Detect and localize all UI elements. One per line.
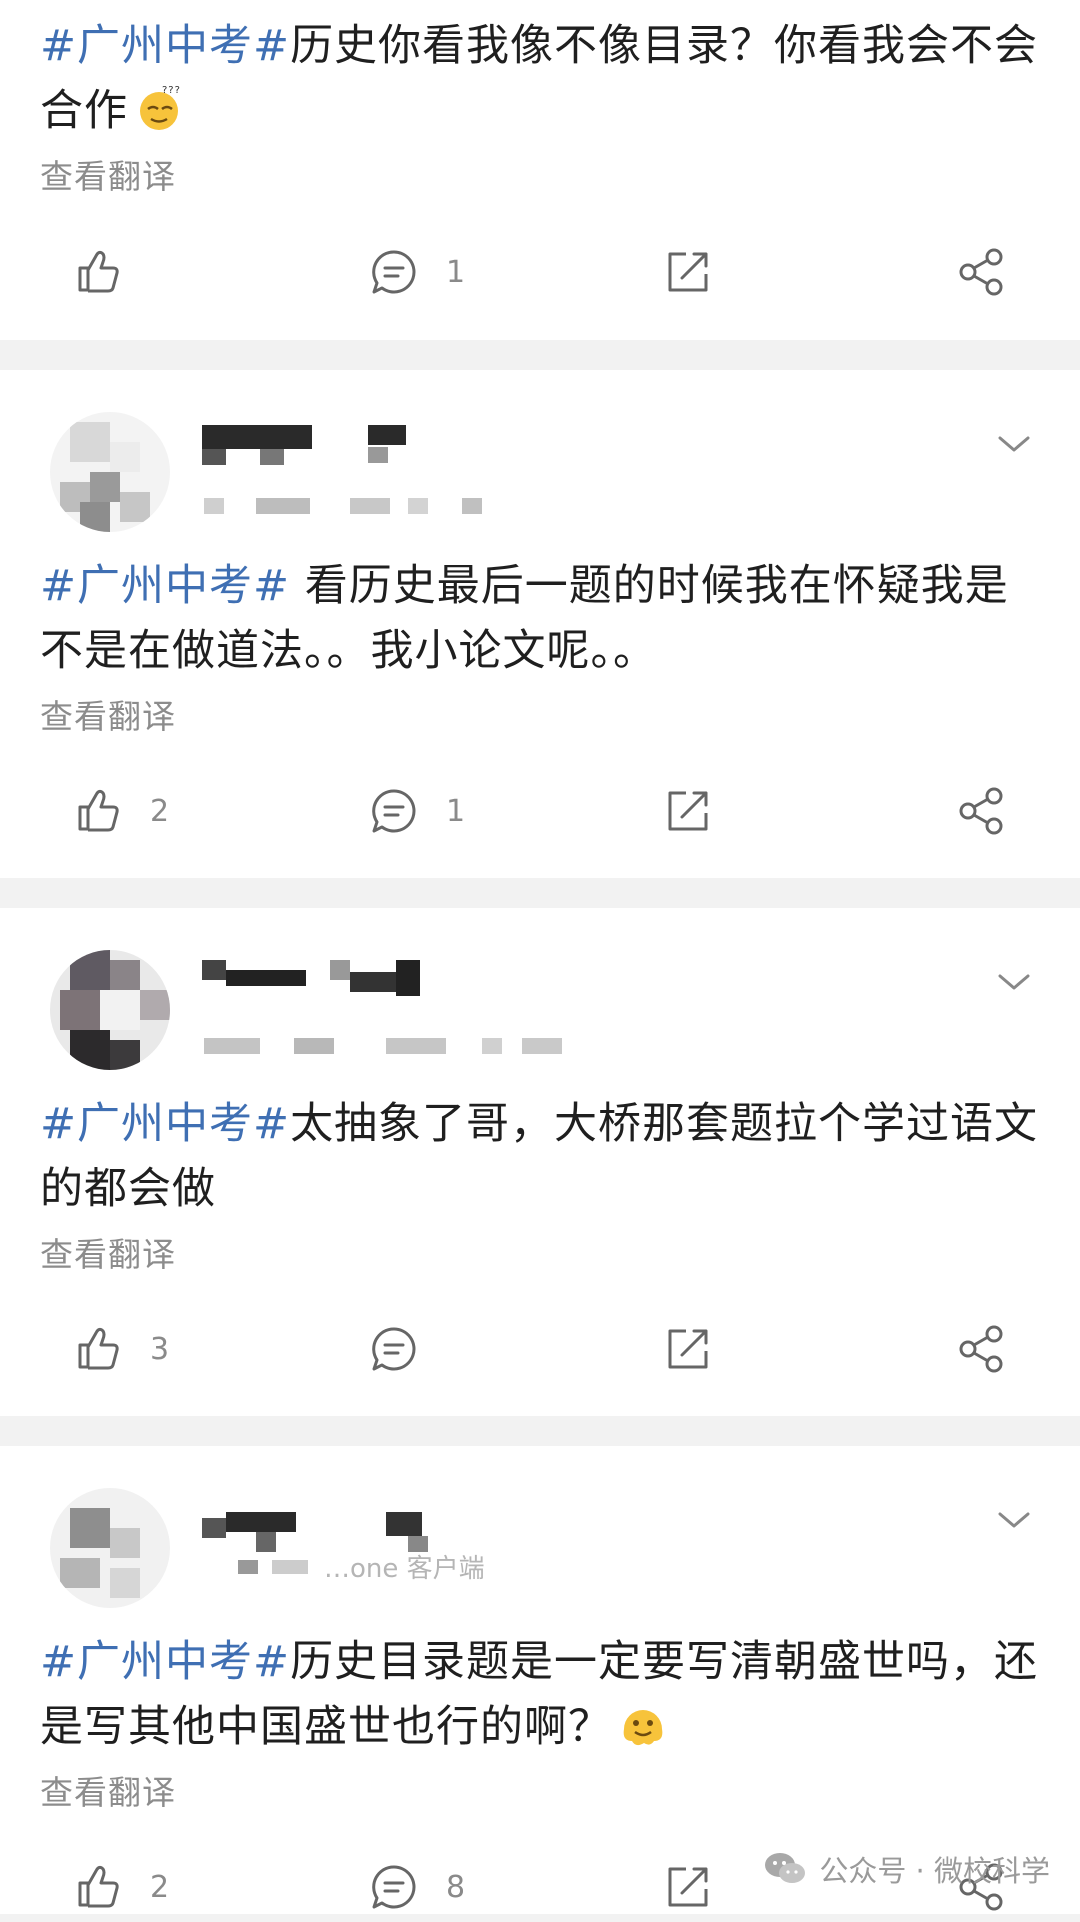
- hashtag-link[interactable]: #广州中考#: [40, 561, 290, 611]
- avatar[interactable]: [50, 412, 170, 532]
- action-bar: 1: [0, 237, 1080, 307]
- chevron-down-icon[interactable]: [996, 1508, 1032, 1532]
- comment-bubble-icon: [372, 1327, 416, 1371]
- like-button[interactable]: 2: [72, 776, 169, 846]
- post-card: #广州中考#太抽象了哥，大桥那套题拉个学过语文的都会做 查看翻译 3: [0, 908, 1080, 1416]
- share-button[interactable]: [956, 1314, 1008, 1384]
- action-bar: 2 1: [0, 776, 1080, 846]
- comment-count: 8: [446, 1869, 466, 1905]
- thumbs-up-icon: [78, 789, 119, 832]
- like-button[interactable]: 3: [72, 1314, 169, 1384]
- share-button[interactable]: [956, 776, 1008, 846]
- watermark: 公众号 · 微校科学: [763, 1848, 1050, 1890]
- comment-bubble-icon: [372, 1865, 416, 1909]
- post-card: #广州中考# 看历史最后一题的时候我在怀疑我是不是在做道法。。我小论文呢。。 查…: [0, 370, 1080, 878]
- post-card: #广州中考#历史你看我像不像目录？你看我会不会合作??? 查看翻译 1: [0, 0, 1080, 340]
- svg-text:???: ???: [162, 85, 181, 96]
- hashtag-link[interactable]: #广州中考#: [40, 21, 290, 71]
- dizzy-face-emoji: ???: [140, 85, 181, 130]
- comment-button[interactable]: 1: [368, 237, 465, 307]
- post-text: #广州中考#太抽象了哥，大桥那套题拉个学过语文的都会做: [40, 1099, 1039, 1214]
- thumbs-up-icon: [78, 1865, 119, 1908]
- avatar[interactable]: [50, 950, 170, 1070]
- share-button[interactable]: [956, 237, 1008, 307]
- translate-link[interactable]: 查看翻译: [40, 1766, 176, 1814]
- hashtag-link[interactable]: #广州中考#: [40, 1099, 290, 1149]
- comment-button[interactable]: 8: [368, 1852, 465, 1922]
- repost-button[interactable]: [662, 1314, 714, 1384]
- share-nodes-icon: [959, 248, 1003, 296]
- post-text: #广州中考#历史你看我像不像目录？你看我会不会合作???: [40, 21, 1039, 136]
- repost-edit-icon: [668, 1867, 708, 1907]
- action-bar: 3: [0, 1314, 1080, 1384]
- repost-edit-icon: [668, 791, 708, 831]
- post-card: …one 客户端 #广州中考#历史目录题是一定要写清朝盛世吗，还是写其他中国盛世…: [0, 1446, 1080, 1914]
- comment-bubble-icon: [372, 789, 416, 833]
- share-nodes-icon: [959, 1325, 1003, 1373]
- translate-link[interactable]: 查看翻译: [40, 1228, 176, 1276]
- post-text: #广州中考# 看历史最后一题的时候我在怀疑我是不是在做道法。。我小论文呢。。: [40, 561, 1009, 676]
- like-count: 3: [150, 1331, 170, 1367]
- repost-edit-icon: [668, 252, 708, 292]
- chevron-down-icon[interactable]: [996, 432, 1032, 456]
- repost-button[interactable]: [662, 776, 714, 846]
- like-count: 2: [150, 1869, 170, 1905]
- translate-link[interactable]: 查看翻译: [40, 690, 176, 738]
- hashtag-link[interactable]: #广州中考#: [40, 1637, 290, 1687]
- like-button[interactable]: [72, 237, 150, 307]
- chevron-down-icon[interactable]: [996, 970, 1032, 994]
- repost-edit-icon: [668, 1329, 708, 1369]
- thumbs-up-icon: [78, 1327, 119, 1370]
- comment-button[interactable]: [368, 1314, 446, 1384]
- comment-button[interactable]: 1: [368, 776, 465, 846]
- like-button[interactable]: 2: [72, 1852, 169, 1922]
- post-text: #广州中考#历史目录题是一定要写清朝盛世吗，还是写其他中国盛世也行的啊？: [40, 1637, 1039, 1752]
- comment-bubble-icon: [372, 250, 416, 294]
- source-client-text: …one 客户端: [324, 1554, 485, 1584]
- like-count: 2: [150, 793, 170, 829]
- watermark-label: 公众号 · 微校科学: [819, 1854, 1050, 1888]
- translate-link[interactable]: 查看翻译: [40, 150, 176, 198]
- repost-button[interactable]: [662, 1852, 714, 1922]
- comment-count: 1: [446, 254, 466, 290]
- repost-button[interactable]: [662, 237, 714, 307]
- thumbs-up-icon: [78, 250, 119, 293]
- comment-feed: #广州中考#历史你看我像不像目录？你看我会不会合作??? 查看翻译 1 #广州中…: [0, 0, 1080, 1914]
- melting-face-emoji: [623, 1710, 663, 1746]
- share-nodes-icon: [959, 787, 1003, 835]
- avatar[interactable]: [50, 1488, 170, 1608]
- wechat-icon: [765, 1853, 806, 1883]
- comment-count: 1: [446, 793, 466, 829]
